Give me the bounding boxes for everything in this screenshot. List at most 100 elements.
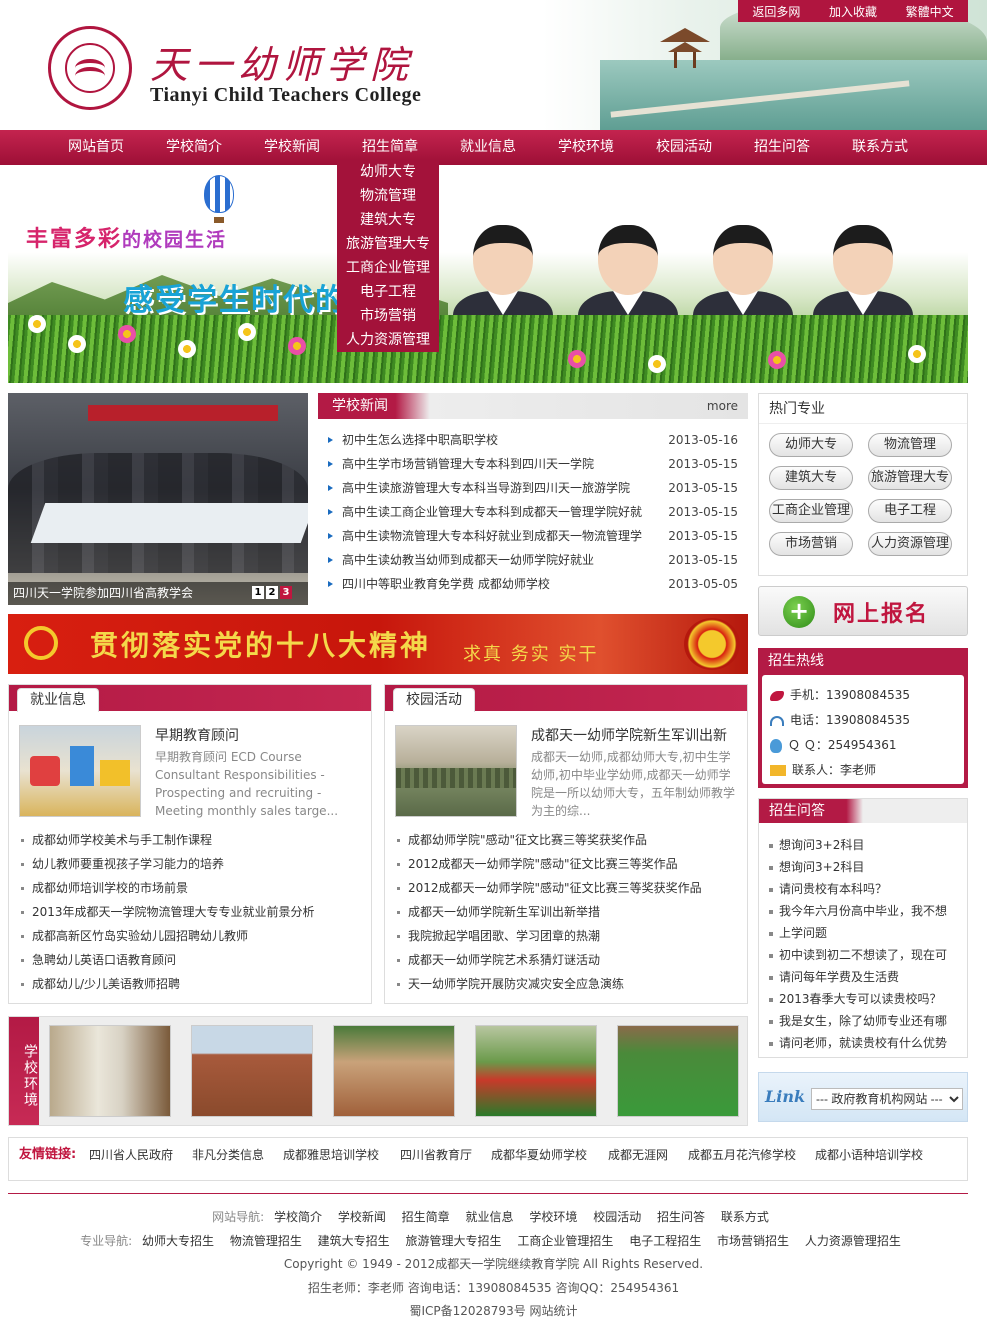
footer-nav-link[interactable]: 招生问答 [657,1210,705,1224]
footer-nav-link[interactable]: 招生简章 [402,1210,450,1224]
nav-home[interactable]: 网站首页 [48,130,144,165]
add-favorite-link[interactable]: 加入收藏 [829,3,877,20]
faq-item[interactable]: 想询问3+2科目 [769,834,864,856]
footer-nav-link[interactable]: 学校简介 [274,1210,322,1224]
footer-nav-link[interactable]: 学校新闻 [338,1210,386,1224]
gov-education-link-select[interactable]: --- 政府教育机构网站 --- [811,1088,963,1110]
footer-major-link[interactable]: 人力资源管理招生 [805,1234,901,1248]
dropdown-item[interactable]: 旅游管理大专 [337,232,439,256]
return-home-link[interactable]: 返回多网 [752,3,800,20]
friend-link[interactable]: 成都无涯网 [608,1138,668,1172]
major-pill[interactable]: 幼师大专 [769,433,853,457]
campus-activity-list-item[interactable]: 天一幼师学院开展防灾减灾安全应急演练 [397,972,624,996]
friend-link[interactable]: 成都雅思培训学校 [283,1138,379,1172]
major-pill[interactable]: 人力资源管理 [868,532,952,556]
slider-page-2[interactable]: 2 [266,586,278,599]
news-item[interactable]: 高中生读工商企业管理大专本科到成都天一管理学院好就 2013-05-15 [328,500,738,524]
faq-item[interactable]: 请问每年学费及生活费 [769,966,899,988]
footer-nav-link[interactable]: 校园活动 [593,1210,641,1224]
friend-link[interactable]: 成都小语种培训学校 [815,1138,923,1172]
dropdown-item[interactable]: 电子工程 [337,280,439,304]
nav-employment[interactable]: 就业信息 [440,130,536,165]
footer-major-link[interactable]: 市场营销招生 [717,1234,789,1248]
friend-link[interactable]: 四川省教育厅 [400,1138,472,1172]
major-pill[interactable]: 市场营销 [769,532,853,556]
employment-feature-title[interactable]: 早期教育顾问 [155,725,239,745]
friend-link[interactable]: 四川省人民政府 [89,1138,173,1172]
employment-list-item[interactable]: 成都幼师学校美术与手工制作课程 [21,828,212,852]
nav-about[interactable]: 学校简介 [146,130,242,165]
employment-list-item[interactable]: 急聘幼儿英语口语教育顾问 [21,948,176,972]
footer-nav-link[interactable]: 就业信息 [466,1210,514,1224]
campus-photo-track[interactable] [475,1025,597,1117]
news-item[interactable]: 高中生读旅游管理大专本科当导游到四川天一旅游学院 2013-05-15 [328,476,738,500]
dropdown-item[interactable]: 建筑大专 [337,208,439,232]
employment-list-item[interactable]: 成都幼师培训学校的市场前景 [21,876,188,900]
campus-activity-feature-image[interactable] [395,725,517,817]
dropdown-item[interactable]: 幼师大专 [337,160,439,184]
employment-list-item[interactable]: 成都幼儿/少儿美语教师招聘 [21,972,180,996]
footer-nav-link[interactable]: 联系方式 [721,1210,769,1224]
footer-major-link[interactable]: 旅游管理大专招生 [406,1234,502,1248]
employment-list-item[interactable]: 幼儿教师要重视孩子学习能力的培养 [21,852,224,876]
dropdown-item[interactable]: 人力资源管理 [337,328,439,352]
footer-major-link[interactable]: 工商企业管理招生 [517,1234,613,1248]
campus-activity-title[interactable]: 校园活动 [393,688,475,712]
news-photo-slider[interactable] [8,393,308,605]
campus-activity-list-item[interactable]: 成都天一幼师学院艺术系猜灯谜活动 [397,948,600,972]
faq-item[interactable]: 初中读到初二不想读了，现在可 [769,944,947,966]
dropdown-item[interactable]: 市场营销 [337,304,439,328]
campus-environment-title[interactable]: 学校环境 [9,1017,39,1125]
faq-item[interactable]: 2013春季大专可以读贵校吗？ [769,988,942,1010]
nav-activities[interactable]: 校园活动 [636,130,732,165]
campus-photo-building[interactable] [191,1025,313,1117]
campus-activity-list-item[interactable]: 成都幼师学院"感动"征文比赛三等奖获奖作品 [397,828,647,852]
nav-environment[interactable]: 学校环境 [538,130,634,165]
faq-item[interactable]: 请问贵校有本科吗？ [769,878,887,900]
campus-activity-feature-title[interactable]: 成都天一幼师学院新生军训出新 [531,725,727,745]
major-pill[interactable]: 物流管理 [868,433,952,457]
campus-photo-gate[interactable] [333,1025,455,1117]
campus-activity-list-item[interactable]: 2012成都天一幼师学院"感动"征文比赛三等奖作品 [397,852,678,876]
campus-activity-list-item[interactable]: 我院掀起学唱团歌、学习团章的热潮 [397,924,600,948]
nav-faq[interactable]: 招生问答 [734,130,830,165]
employment-feature-image[interactable] [19,725,141,817]
faq-item[interactable]: 我是女生，除了幼师专业还有哪 [769,1010,947,1032]
party-slogan-banner[interactable]: 贯彻落实党的十八大精神 求真 务实 实干 [8,614,748,674]
friend-link[interactable]: 成都华夏幼师学校 [491,1138,587,1172]
faq-item[interactable]: 请问老师，就读贵校有什么优势 [769,1032,947,1054]
footer-major-link[interactable]: 电子工程招生 [629,1234,701,1248]
campus-activity-list-item[interactable]: 2012成都天一幼师学院"感动"征文比赛三等奖获奖作品 [397,876,702,900]
major-pill[interactable]: 工商企业管理 [769,499,853,523]
faq-item[interactable]: 想询问3+2科目 [769,856,864,878]
nav-contact[interactable]: 联系方式 [832,130,928,165]
footer-major-link[interactable]: 物流管理招生 [230,1234,302,1248]
dropdown-item[interactable]: 工商企业管理 [337,256,439,280]
nav-news[interactable]: 学校新闻 [244,130,340,165]
footer-major-link[interactable]: 幼师大专招生 [142,1234,214,1248]
faq-item[interactable]: 上学问题 [769,922,827,944]
traditional-chinese-link[interactable]: 繁體中文 [906,3,954,20]
online-signup-button[interactable]: + 网上报名 [758,586,968,636]
hero-banner[interactable]: 丰富多彩的校园生活 感受学生时代的 [8,165,968,383]
campus-photo-field[interactable] [617,1025,739,1117]
employment-title[interactable]: 就业信息 [17,688,99,712]
employment-list-item[interactable]: 2013年成都天一学院物流管理大专专业就业前景分析 [21,900,315,924]
news-item[interactable]: 高中生读物流管理大专本科好就业到成都天一物流管理学 2013-05-15 [328,524,738,548]
slider-page-3[interactable]: 3 [280,586,292,599]
news-item[interactable]: 四川中等职业教育免学费 成都幼师学校 2013-05-05 [328,572,738,596]
major-pill[interactable]: 电子工程 [868,499,952,523]
news-item[interactable]: 初中生怎么选择中职高职学校 2013-05-16 [328,428,738,452]
faq-item[interactable]: 我今年六月份高中毕业，我不想 [769,900,947,922]
friend-link[interactable]: 成都五月花汽修学校 [688,1138,796,1172]
footer-icp[interactable]: 蜀ICP备12028793号 网站统计 [0,1300,987,1322]
campus-photo-corridor[interactable] [49,1025,171,1117]
news-more-link[interactable]: more [707,393,738,419]
major-pill[interactable]: 旅游管理大专 [868,466,952,490]
slider-page-1[interactable]: 1 [252,586,264,599]
news-item[interactable]: 高中生学市场营销管理大专本科到四川天一学院 2013-05-15 [328,452,738,476]
employment-list-item[interactable]: 成都高新区竹岛实验幼儿园招聘幼儿教师 [21,924,248,948]
dropdown-item[interactable]: 物流管理 [337,184,439,208]
campus-activity-list-item[interactable]: 成都天一幼师学院新生军训出新举措 [397,900,600,924]
footer-nav-link[interactable]: 学校环境 [529,1210,577,1224]
